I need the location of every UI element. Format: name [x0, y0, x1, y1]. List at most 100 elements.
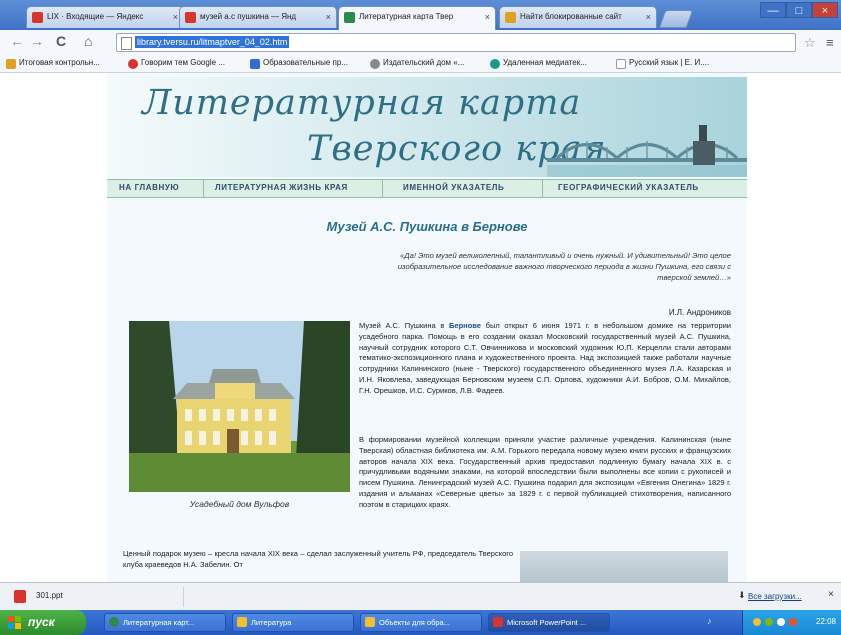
bookmark-favicon-icon — [128, 59, 138, 69]
estate-house-photo — [129, 321, 350, 492]
nav-divider — [203, 180, 204, 197]
download-filename: 301.ppt — [36, 591, 63, 600]
bookmark-label: Русский язык | Е. И.... — [629, 58, 710, 67]
bookmark-favicon-icon — [490, 59, 500, 69]
settings-menu-icon[interactable]: ≡ — [826, 35, 834, 50]
task-label: Литература — [251, 618, 292, 627]
banner-title-line1: Литературная карта — [142, 83, 582, 123]
tray-icon[interactable] — [789, 618, 797, 626]
new-tab-button[interactable] — [658, 10, 694, 28]
task-label: Объекты для обра... — [379, 618, 450, 627]
paragraph-text: был открыт 6 июня 1971 г. в небольшом до… — [359, 321, 731, 395]
volume-icon[interactable]: ♪ — [707, 616, 712, 626]
folder-icon — [365, 617, 375, 627]
bookmark-star-icon[interactable]: ☆ — [804, 35, 816, 51]
download-icon: ⬇ — [738, 590, 746, 600]
taskbar-item-folder[interactable]: Объекты для обра... — [360, 613, 482, 632]
folder-icon — [237, 617, 247, 627]
browser-tab-mail[interactable]: LIX · Входящие — Яндекс × — [26, 6, 184, 28]
nav-divider — [542, 180, 543, 197]
tray-icon[interactable] — [753, 618, 761, 626]
browser-toolbar: ← → C ⌂ library.tversu.ru/litmaptver_04_… — [0, 30, 841, 56]
bookmark-favicon-icon — [6, 59, 16, 69]
bridge-illustration — [547, 125, 747, 177]
tab-close-icon[interactable]: × — [646, 7, 651, 27]
browser-tab-blocked[interactable]: Найти блокированные сайт × — [499, 6, 657, 28]
start-button[interactable]: пуск — [0, 610, 86, 635]
nav-name-index[interactable]: ИМЕННОЙ УКАЗАТЕЛЬ — [403, 183, 504, 192]
powerpoint-icon — [493, 617, 503, 627]
page-viewport: Литературная карта Тверского края НА ГЛА… — [0, 73, 841, 582]
back-arrow-icon[interactable]: ← — [10, 33, 24, 49]
bookmark-label: Образовательные пр... — [263, 58, 348, 67]
tray-icon[interactable] — [765, 618, 773, 626]
browser-tab-litmap[interactable]: Литературная карта Твер × — [338, 6, 496, 30]
close-window-button[interactable]: × — [812, 2, 838, 18]
tab-close-icon[interactable]: × — [485, 7, 490, 27]
bookmark-item[interactable]: Говорим тем Google ... — [128, 58, 225, 69]
tab-close-icon[interactable]: × — [326, 7, 331, 27]
nav-divider — [382, 180, 383, 197]
tab-label: Найти блокированные сайт — [520, 12, 622, 21]
site-banner[interactable]: Литературная карта Тверского края — [107, 77, 747, 177]
system-tray: 22:08 — [742, 610, 841, 635]
browser-tab-strip: LIX · Входящие — Яндекс × музей а.с пушк… — [0, 0, 841, 30]
bookmark-item[interactable]: Издательский дом «... — [370, 58, 465, 69]
shelf-close-icon[interactable]: × — [828, 589, 834, 600]
bookmark-favicon-icon — [250, 59, 260, 69]
page-icon — [121, 37, 132, 50]
taskbar-item-folder[interactable]: Литература — [232, 613, 354, 632]
taskbar-item-browser[interactable]: Литературная карт... — [104, 613, 226, 632]
article-paragraph: Ценный подарок музею – кресла начала XIX… — [123, 549, 513, 569]
paragraph-text: Музей А.С. Пушкина в — [359, 321, 450, 330]
bookmark-label: Издательский дом «... — [383, 58, 465, 67]
maximize-button[interactable]: □ — [786, 2, 812, 18]
photo-caption: Усадебный дом Вульфов — [189, 499, 290, 509]
site-nav: НА ГЛАВНУЮ ЛИТЕРАТУРНАЯ ЖИЗНЬ КРАЯ ИМЕНН… — [107, 179, 747, 198]
bookmark-item[interactable]: Образовательные пр... — [250, 58, 348, 69]
nav-literary-life[interactable]: ЛИТЕРАТУРНАЯ ЖИЗНЬ КРАЯ — [215, 183, 348, 192]
article-title: Музей А.С. Пушкина в Бернове — [326, 219, 528, 234]
article-paragraph: Музей А.С. Пушкина в Бернове был открыт … — [359, 321, 731, 397]
reload-icon[interactable]: C — [56, 33, 66, 49]
nav-geo-index[interactable]: ГЕОГРАФИЧЕСКИЙ УКАЗАТЕЛЬ — [558, 183, 699, 192]
home-icon[interactable]: ⌂ — [84, 33, 92, 49]
bookmark-label: Итоговая контрольн... — [19, 58, 100, 67]
start-label: пуск — [28, 615, 55, 629]
bookmarks-bar: Итоговая контрольн... Говорим тем Google… — [0, 56, 841, 73]
tab-label: Литературная карта Твер — [359, 12, 454, 21]
article-paragraph: В формировании музейной коллекции принял… — [359, 435, 731, 509]
address-bar[interactable]: library.tversu.ru/litmaptver_04_02.htm — [116, 33, 796, 52]
tab-close-icon[interactable]: × — [173, 7, 178, 27]
bookmark-item[interactable]: Удаленная медиатек... — [490, 58, 587, 69]
tray-icon[interactable] — [777, 618, 785, 626]
task-label: Microsoft PowerPoint ... — [507, 618, 587, 627]
page-favicon-icon — [505, 12, 516, 23]
nav-home[interactable]: НА ГЛАВНУЮ — [119, 183, 179, 192]
bernovo-link[interactable]: Бернове — [449, 321, 481, 330]
download-item[interactable]: 301.ppt — [8, 587, 184, 607]
bookmark-item[interactable]: Итоговая контрольн... — [6, 58, 100, 69]
epigraph: «Да! Это музей великолепный, талантливый… — [397, 251, 731, 282]
browser-icon — [109, 617, 119, 627]
browser-tab-search[interactable]: музей а.с пушкина — Янд × — [179, 6, 337, 28]
all-downloads-link[interactable]: Все загрузки... — [748, 592, 802, 601]
house-image — [129, 321, 350, 492]
yandex-favicon-icon — [185, 12, 196, 23]
task-label: Литературная карт... — [123, 618, 195, 627]
mail-favicon-icon — [32, 12, 43, 23]
bookmark-item[interactable]: Русский язык | Е. И.... — [616, 58, 710, 69]
minimize-button[interactable]: — — [760, 2, 786, 18]
tab-label: музей а.с пушкина — Янд — [200, 12, 297, 21]
url-text: library.tversu.ru/litmaptver_04_02.htm — [135, 36, 290, 48]
clock[interactable]: 22:08 — [816, 617, 836, 626]
taskbar-item-powerpoint[interactable]: Microsoft PowerPoint ... — [488, 613, 610, 632]
download-shelf: 301.ppt ⬇ Все загрузки... × — [0, 582, 841, 611]
bookmark-favicon-icon — [370, 59, 380, 69]
site-container: Литературная карта Тверского края НА ГЛА… — [107, 73, 747, 582]
forward-arrow-icon[interactable]: → — [30, 33, 44, 49]
windows-flag-icon — [8, 616, 21, 629]
page-favicon-icon — [344, 12, 355, 23]
epigraph-author: И.Л. Андроников — [668, 308, 731, 317]
file-icon — [14, 590, 26, 603]
